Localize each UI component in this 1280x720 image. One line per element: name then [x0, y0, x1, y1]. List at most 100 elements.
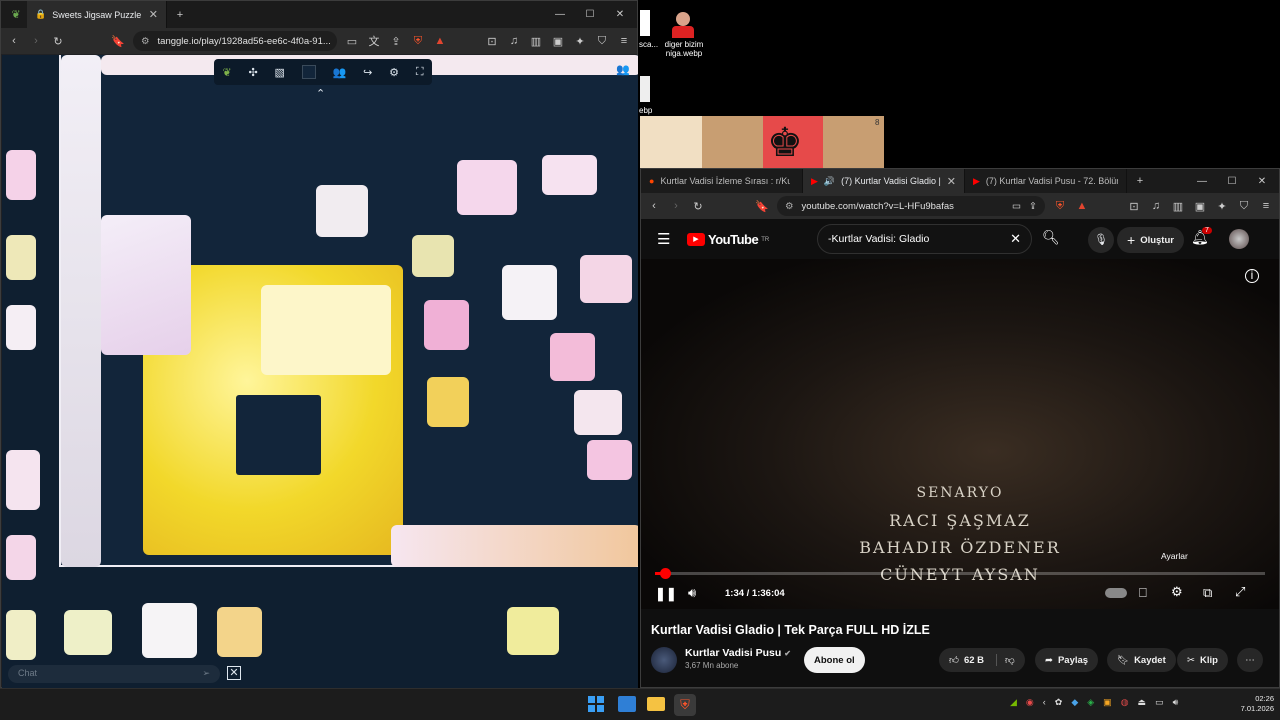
bookmark-icon[interactable]: 🔖: [111, 35, 125, 48]
puzzle-piece[interactable]: [587, 440, 632, 480]
brave-shield-icon[interactable]: ⛨: [1053, 200, 1067, 213]
puzzle-piece[interactable]: [316, 185, 368, 237]
sidebar-icon[interactable]: ▥: [529, 35, 543, 48]
puzzle-piece[interactable]: [424, 300, 469, 350]
collapse-toolbar-icon[interactable]: ⌃: [316, 87, 325, 100]
brave-rewards-icon[interactable]: ▲: [433, 35, 447, 47]
search-icon[interactable]: 🔍︎: [1042, 229, 1060, 246]
media-icon[interactable]: ♫: [1149, 200, 1163, 212]
search-input[interactable]: -Kurtlar Vadisi: Gladio ✕: [817, 224, 1032, 254]
reload-icon[interactable]: ↻: [691, 200, 705, 213]
hamburger-icon[interactable]: ☰: [657, 230, 670, 248]
scrubber-handle[interactable]: [659, 568, 671, 579]
vpn-icon[interactable]: ⛉: [1237, 200, 1251, 213]
usb-icon[interactable]: ⏏: [1138, 697, 1147, 708]
new-tab-icon[interactable]: +: [1133, 175, 1147, 187]
info-icon[interactable]: i: [1245, 269, 1259, 283]
back-icon[interactable]: ‹: [7, 35, 21, 47]
volume-tray-icon[interactable]: 🔊︎: [1173, 697, 1179, 708]
sidebar-icon[interactable]: ▥: [1171, 200, 1185, 213]
channel-avatar[interactable]: [651, 647, 677, 673]
puzzle-piece[interactable]: [507, 607, 559, 655]
chat-input[interactable]: Chat ➢: [8, 665, 220, 683]
progress-bar[interactable]: [655, 568, 1265, 579]
puzzle-piece[interactable]: [457, 160, 517, 215]
file-explorer-icon[interactable]: [647, 697, 665, 711]
more-actions-button[interactable]: ⋯: [1237, 648, 1263, 672]
autoplay-toggle[interactable]: [1105, 588, 1127, 598]
settings-icon[interactable]: ⚙: [389, 66, 399, 79]
tray-app-icon[interactable]: ◈: [1087, 697, 1094, 708]
tab-youtube-pusu[interactable]: ▶ (7) Kurtlar Vadisi Pusu - 72. Bölüm FU: [965, 169, 1127, 193]
minimize-icon[interactable]: —: [1187, 169, 1217, 193]
puzzle-piece[interactable]: [142, 603, 197, 658]
install-app-icon[interactable]: ▭: [345, 35, 359, 48]
network-icon[interactable]: ▭: [1155, 697, 1164, 708]
puzzle-piece[interactable]: [6, 305, 36, 350]
puzzle-piece[interactable]: [6, 235, 36, 280]
wallet-icon[interactable]: ▣: [551, 35, 565, 48]
address-bar[interactable]: ⚙ tanggle.io/play/1928ad56-ee6c-4f0a-91.…: [133, 31, 337, 51]
forward-icon[interactable]: ›: [29, 35, 43, 47]
fullscreen-icon[interactable]: ⛶: [416, 66, 424, 79]
close-chat-icon[interactable]: ✕: [227, 666, 241, 680]
tray-app-icon[interactable]: ◆: [1071, 697, 1078, 708]
close-tab-icon[interactable]: ✕: [947, 175, 956, 188]
photos-icon[interactable]: [618, 696, 636, 712]
nvidia-icon[interactable]: ◢: [1010, 697, 1017, 708]
audio-playing-icon[interactable]: 🔊: [824, 176, 835, 187]
tray-app-icon[interactable]: ▣: [1103, 697, 1112, 708]
close-window-icon[interactable]: ✕: [605, 1, 635, 28]
forward-icon[interactable]: ›: [669, 200, 683, 212]
maximize-icon[interactable]: ☐: [1217, 169, 1247, 193]
chevron-icon[interactable]: ‹: [1043, 697, 1046, 708]
vpn-icon[interactable]: ⛉: [595, 35, 609, 48]
install-app-icon[interactable]: ▭: [1012, 201, 1021, 212]
menu-icon[interactable]: ≡: [617, 35, 631, 47]
new-tab-icon[interactable]: +: [173, 9, 187, 21]
puzzle-piece[interactable]: [6, 535, 36, 580]
puzzle-piece[interactable]: [502, 265, 557, 320]
puzzle-piece-cluster[interactable]: [391, 525, 638, 567]
translate-icon[interactable]: 文: [367, 33, 381, 49]
puzzle-piece-cluster[interactable]: [101, 215, 191, 355]
pause-icon[interactable]: ❚❚: [655, 586, 677, 602]
background-color-icon[interactable]: [301, 65, 316, 79]
brave-browser-icon[interactable]: ⛨: [674, 694, 696, 716]
share-button[interactable]: ➦ Paylaş: [1035, 648, 1099, 672]
avatar[interactable]: [1229, 229, 1249, 249]
back-icon[interactable]: ‹: [647, 200, 661, 212]
desktop-file-icon[interactable]: [670, 12, 696, 38]
brave-shield-icon[interactable]: ⛨: [411, 35, 425, 48]
create-button[interactable]: + Oluştur: [1117, 227, 1184, 253]
image-preview-icon[interactable]: ▧: [275, 66, 285, 79]
clock[interactable]: 02:26 7.01.2026: [1234, 694, 1274, 714]
share-puzzle-icon[interactable]: ↪: [363, 66, 372, 79]
send-icon[interactable]: ➢: [202, 668, 210, 679]
video-player[interactable]: i SENARYO RACI ŞAŞMAZ BAHADIR ÖZDENER CÜ…: [641, 259, 1279, 609]
puzzle-piece[interactable]: [217, 607, 262, 657]
steam-icon[interactable]: ◉: [1026, 697, 1034, 708]
puzzle-piece[interactable]: [427, 377, 469, 427]
puzzle-piece[interactable]: [6, 610, 36, 660]
desktop-file-icon[interactable]: [640, 10, 650, 36]
subtitles-icon[interactable]: ⎕: [1139, 585, 1147, 601]
player-list-icon[interactable]: 👥: [616, 63, 630, 76]
chess-board-window[interactable]: ♚ 8: [640, 116, 884, 168]
desktop-file-icon[interactable]: [640, 76, 650, 102]
puzzle-piece-cluster[interactable]: [61, 55, 101, 567]
puzzle-canvas[interactable]: ❦ ✣ ▧ 👥 ↪ ⚙ ⛶ ⌃ 👥 Chat ➢ ✕: [2, 55, 638, 689]
pieces-icon[interactable]: ✣: [248, 66, 257, 79]
tray-app-icon[interactable]: ✿: [1055, 697, 1063, 708]
puzzle-logo-icon[interactable]: ❦: [222, 66, 231, 79]
players-icon[interactable]: 👥: [333, 66, 347, 79]
clear-search-icon[interactable]: ✕: [1010, 231, 1021, 247]
puzzle-piece[interactable]: [6, 150, 36, 200]
brave-rewards-icon[interactable]: ▲: [1075, 200, 1089, 212]
address-bar[interactable]: ⚙ youtube.com/watch?v=L-HFu9bafas ▭ ⇪: [777, 196, 1045, 216]
puzzle-piece[interactable]: [64, 610, 112, 655]
subscribe-button[interactable]: Abone ol: [804, 647, 865, 673]
dislike-button[interactable]: 👎︎: [996, 654, 1015, 666]
tray-app-icon[interactable]: ◍: [1121, 697, 1129, 708]
youtube-logo[interactable]: ▶ YouTube TR: [687, 232, 769, 247]
